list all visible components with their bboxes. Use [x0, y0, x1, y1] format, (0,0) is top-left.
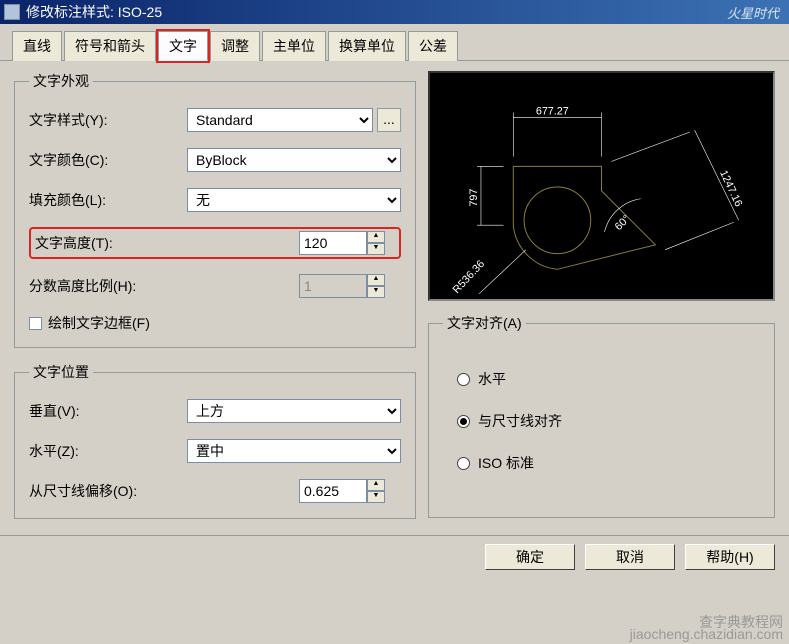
text-style-select[interactable]: Standard — [187, 108, 373, 132]
cancel-button[interactable]: 取消 — [585, 544, 675, 570]
appearance-legend: 文字外观 — [29, 71, 93, 91]
offset-spin-up[interactable]: ▲ — [367, 479, 385, 491]
vertical-label: 垂直(V): — [29, 401, 187, 421]
align-horizontal-radio[interactable] — [457, 373, 470, 386]
footer-watermark: 查字典教程网 jiaocheng.chazidian.com — [630, 616, 783, 640]
text-placement-group: 文字位置 垂直(V): 上方 水平(Z): 置中 从尺寸线偏移(O): ▲ ▼ — [14, 362, 416, 519]
text-color-label: 文字颜色(C): — [29, 150, 187, 170]
placement-legend: 文字位置 — [29, 362, 93, 382]
brand-watermark: 火星时代 — [727, 3, 779, 22]
align-legend: 文字对齐(A) — [443, 313, 526, 333]
fraction-spin-up: ▲ — [367, 274, 385, 286]
dim-angle: 60° — [613, 213, 633, 233]
app-icon — [4, 4, 20, 20]
ok-button[interactable]: 确定 — [485, 544, 575, 570]
align-dimension-line-radio[interactable] — [457, 415, 470, 428]
help-button[interactable]: 帮助(H) — [685, 544, 775, 570]
draw-frame-label: 绘制文字边框(F) — [48, 313, 150, 333]
align-iso-label: ISO 标准 — [478, 453, 534, 473]
height-spin-down[interactable]: ▼ — [367, 243, 385, 255]
align-iso-radio[interactable] — [457, 457, 470, 470]
tab-lines[interactable]: 直线 — [12, 31, 62, 61]
fill-color-select[interactable]: 无 — [187, 188, 401, 212]
tab-tolerance[interactable]: 公差 — [408, 31, 458, 61]
fraction-spin-down: ▼ — [367, 286, 385, 298]
dim-radius: R536.36 — [451, 258, 488, 296]
horizontal-select[interactable]: 置中 — [187, 439, 401, 463]
text-color-select[interactable]: ByBlock — [187, 148, 401, 172]
tab-strip: 直线 符号和箭头 文字 调整 主单位 换算单位 公差 — [0, 24, 789, 61]
vertical-select[interactable]: 上方 — [187, 399, 401, 423]
align-horizontal-label: 水平 — [478, 369, 506, 389]
offset-input[interactable] — [299, 479, 367, 503]
tab-symbols-arrows[interactable]: 符号和箭头 — [64, 31, 156, 61]
fraction-scale-label: 分数高度比例(H): — [29, 276, 299, 296]
dim-right: 1247.16 — [717, 168, 744, 208]
tab-alt-units[interactable]: 换算单位 — [328, 31, 406, 61]
tab-text[interactable]: 文字 — [158, 31, 208, 61]
height-spin-up[interactable]: ▲ — [367, 231, 385, 243]
text-appearance-group: 文字外观 文字样式(Y): Standard ... 文字颜色(C): ByBl… — [14, 71, 416, 348]
text-style-browse-button[interactable]: ... — [377, 108, 401, 132]
text-height-input[interactable] — [299, 231, 367, 255]
draw-frame-checkbox[interactable] — [29, 317, 42, 330]
window-title: 修改标注样式: ISO-25 — [26, 2, 727, 22]
text-style-label: 文字样式(Y): — [29, 110, 187, 130]
dim-left: 797 — [468, 189, 480, 207]
offset-label: 从尺寸线偏移(O): — [29, 481, 299, 501]
fill-color-label: 填充颜色(L): — [29, 190, 187, 210]
fraction-scale-input — [299, 274, 367, 298]
align-dimension-line-label: 与尺寸线对齐 — [478, 411, 562, 431]
tab-primary-units[interactable]: 主单位 — [262, 31, 326, 61]
offset-spin-down[interactable]: ▼ — [367, 491, 385, 503]
tab-fit[interactable]: 调整 — [210, 31, 260, 61]
dim-top: 677.27 — [536, 105, 569, 117]
text-alignment-group: 文字对齐(A) 水平 与尺寸线对齐 ISO 标准 — [428, 313, 775, 518]
text-height-label: 文字高度(T): — [35, 233, 299, 253]
horizontal-label: 水平(Z): — [29, 441, 187, 461]
dimension-preview: 677.27 1247.16 797 R536.36 60° — [428, 71, 775, 301]
